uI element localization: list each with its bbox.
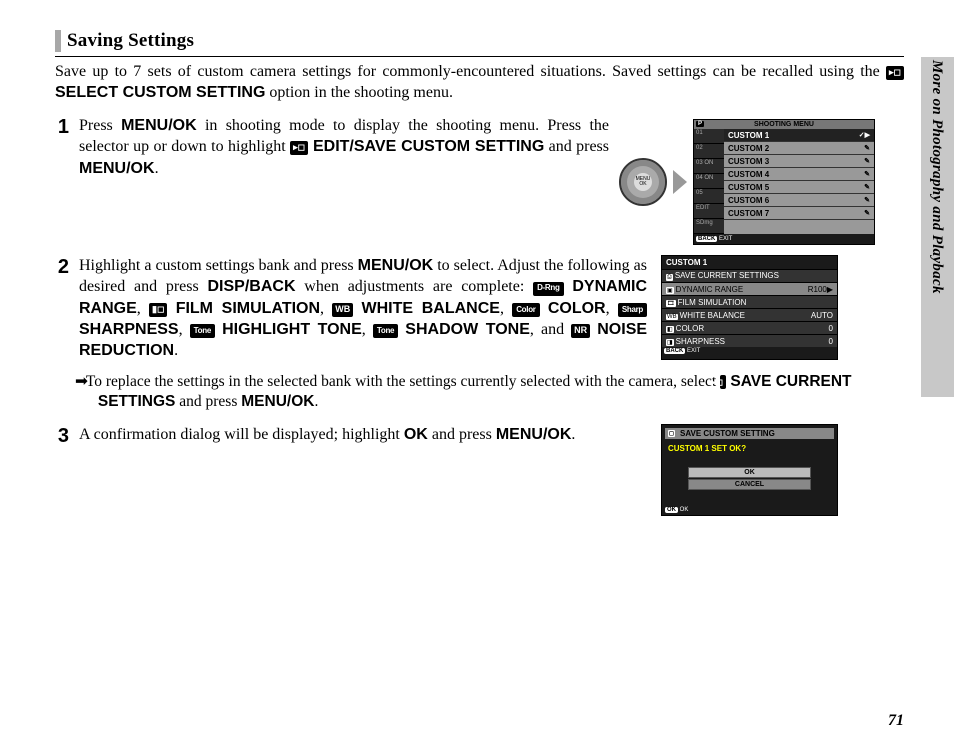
lcd-custom-settings: CUSTOM 1 ⎙SAVE CURRENT SETTINGS ▣DYNAMIC… <box>661 255 838 360</box>
page-number: 71 <box>888 712 904 730</box>
section-title: Saving Settings <box>55 30 904 52</box>
step-1-num: 1 <box>55 116 69 138</box>
film-icon: ▮◻ <box>149 303 167 317</box>
intro-c: option in the shooting menu. <box>265 84 453 101</box>
step-2-num: 2 <box>55 256 69 278</box>
intro-text: Save up to 7 sets of custom camera setti… <box>55 61 904 103</box>
save-current-icon: ▸◻ <box>720 375 726 389</box>
dpad-icon: MENU OK <box>619 158 667 206</box>
step-1-graphics: MENU OK PSHOOTING MENU 01 02 03 ON 04 ON… <box>619 119 875 245</box>
wb-icon: WB <box>332 303 353 317</box>
step-3-num: 3 <box>55 425 69 447</box>
lcd1-left-tabs: 01 02 03 ON 04 ON 05 EDIT SDmg <box>694 129 724 234</box>
lcd-shooting-menu: PSHOOTING MENU 01 02 03 ON 04 ON 05 EDIT… <box>693 119 875 245</box>
intro-b: SELECT CUSTOM SETTING <box>55 84 265 101</box>
step-3: 3 A confirmation dialog will be displaye… <box>55 424 904 516</box>
select-custom-icon: ▸◻ <box>886 66 904 80</box>
sharp-icon: Sharp <box>618 303 647 317</box>
side-chapter-title: More on Photography and Playback <box>928 60 945 294</box>
highlight-icon: Tone <box>190 324 215 338</box>
drng-icon: D-Rng <box>533 282 564 296</box>
nr-icon: NR <box>571 324 590 338</box>
step-2-note: ➡ To replace the settings in the selecte… <box>75 372 904 412</box>
lcd3-ok: OK <box>688 467 811 478</box>
lcd3-cancel: CANCEL <box>688 479 811 490</box>
step-1: 1 Press MENU/OK in shooting mode to disp… <box>55 115 904 245</box>
arrow-right-icon <box>673 170 687 194</box>
step-2: 2 Highlight a custom settings bank and p… <box>55 255 904 361</box>
color-icon: Color <box>512 303 539 317</box>
shadow-icon: Tone <box>373 324 398 338</box>
lcd1-rows: CUSTOM 1✓▶ CUSTOM 2✎ CUSTOM 3✎ CUSTOM 4✎… <box>724 129 874 234</box>
step-3-text: A confirmation dialog will be displayed;… <box>79 424 647 445</box>
page: More on Photography and Playback Saving … <box>0 0 954 748</box>
section-rule <box>55 56 904 57</box>
intro-a: Save up to 7 sets of custom camera setti… <box>55 63 886 80</box>
edit-save-icon: ▸◻ <box>290 141 308 155</box>
lcd-confirm-dialog: ◻SAVE CUSTOM SETTING CUSTOM 1 SET OK? OK… <box>661 424 838 516</box>
step-2-text: Highlight a custom settings bank and pre… <box>79 255 647 361</box>
step-1-text: Press MENU/OK in shooting mode to displa… <box>79 115 609 179</box>
